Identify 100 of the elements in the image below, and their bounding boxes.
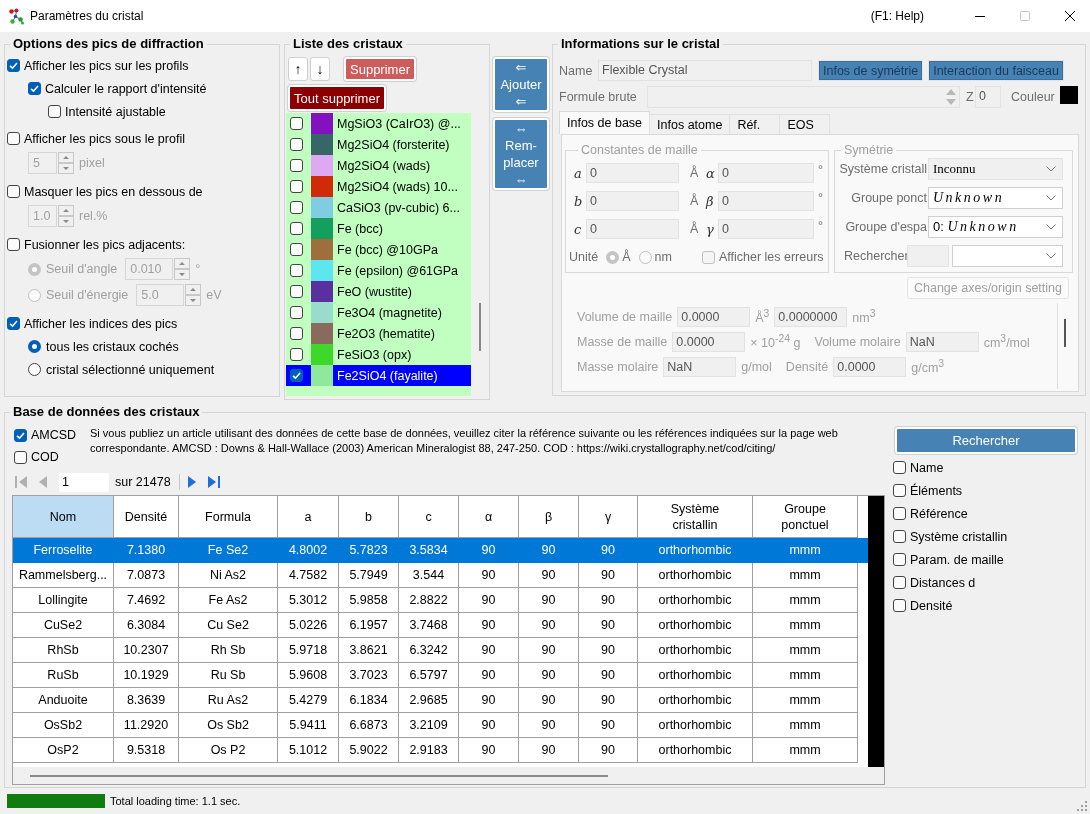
column-header[interactable]: b — [339, 496, 399, 538]
column-header[interactable]: Formula — [179, 496, 278, 538]
checkbox[interactable] — [290, 264, 303, 277]
transfer-button[interactable]: ⇔ Rem- placer ⇔ — [493, 118, 549, 190]
crystal-list-item[interactable]: Fe3O4 (magnetite) — [286, 302, 471, 323]
checkbox-label[interactable]: Afficher les pics sous le profil — [24, 131, 185, 146]
column-header[interactable]: Densité — [114, 496, 179, 538]
transfer-button[interactable]: ⇐ Ajouter ⇐ — [493, 57, 549, 112]
checkbox-label[interactable]: AMCSD — [31, 428, 77, 442]
radio-label[interactable]: tous les cristaux cochés — [46, 339, 179, 354]
checkbox[interactable] — [14, 450, 27, 464]
chevron-down-icon[interactable] — [1046, 195, 1056, 201]
crystal-list-item[interactable]: FeSiO3 (opx) — [286, 344, 471, 365]
column-header[interactable]: Système cristallin — [638, 496, 753, 538]
checkbox[interactable] — [893, 507, 906, 520]
column-header[interactable]: β — [519, 496, 579, 538]
unit-label: ° — [818, 191, 823, 205]
spinner-arrows-icon[interactable] — [185, 284, 202, 306]
checkbox-label[interactable]: Name — [910, 460, 944, 475]
checkbox[interactable] — [290, 306, 303, 319]
checkbox[interactable] — [290, 243, 303, 256]
minimize-icon[interactable] — [975, 15, 985, 17]
checkbox[interactable] — [290, 117, 303, 130]
chevron-down-icon[interactable] — [1046, 224, 1056, 230]
checkbox[interactable] — [893, 484, 906, 497]
crystal-list-item[interactable]: Mg2SiO4 (forsterite) — [286, 134, 471, 155]
crystal-list-item[interactable]: Fe (epsilon) @61GPa — [286, 260, 471, 281]
crystal-list-item[interactable]: Fe (bcc) @10GPa — [286, 239, 471, 260]
crystal-list-item[interactable]: Fe2SiO4 (fayalite) — [286, 365, 471, 386]
crystal-list-item[interactable]: Fe (bcc) — [286, 218, 471, 239]
resize-grip-icon[interactable] — [1077, 801, 1087, 811]
checkbox[interactable] — [7, 317, 20, 330]
checkbox[interactable] — [893, 599, 906, 612]
checkbox[interactable] — [290, 327, 303, 340]
scrollbar-thumb[interactable] — [479, 303, 481, 351]
spinner-arrows-icon[interactable] — [174, 258, 191, 280]
checkbox[interactable] — [290, 201, 303, 214]
next-page-icon[interactable] — [187, 476, 196, 488]
checkbox-label[interactable]: Fusionner les pics adjacents: — [24, 237, 186, 252]
radio-button[interactable] — [28, 363, 41, 376]
move-button[interactable]: ↓ — [310, 57, 330, 81]
column-header[interactable]: c — [399, 496, 459, 538]
checkbox-label[interactable]: Distances d — [910, 575, 976, 590]
checkbox-label[interactable]: Intensité ajustable — [65, 104, 166, 119]
last-page-icon[interactable] — [207, 476, 220, 488]
spinner-arrows-icon[interactable] — [58, 152, 74, 174]
checkbox-label[interactable]: Afficher les pics sur les profils — [24, 58, 189, 73]
checkbox[interactable] — [893, 461, 906, 474]
chevron-down-icon[interactable] — [1046, 166, 1056, 172]
move-button[interactable]: ↑ — [288, 57, 308, 81]
checkbox[interactable] — [14, 428, 27, 442]
checkbox[interactable] — [7, 185, 20, 198]
crystal-list-item[interactable]: Mg2SiO4 (wads) — [286, 155, 471, 176]
checkbox[interactable] — [290, 285, 303, 298]
crystal-list-item[interactable]: CaSiO3 (pv-cubic) 6... — [286, 197, 471, 218]
crystal-list-item[interactable]: Fe2O3 (hematite) — [286, 323, 471, 344]
checkbox[interactable] — [7, 59, 20, 72]
scrollbar-thumb[interactable] — [30, 775, 608, 777]
delete-all-button[interactable]: Tout supprimer — [288, 85, 386, 111]
scrollbar-track[interactable] — [868, 496, 884, 767]
checkbox[interactable] — [893, 576, 906, 589]
checkbox[interactable] — [290, 180, 303, 193]
column-header[interactable]: Nom — [13, 496, 114, 538]
radio-button[interactable] — [28, 340, 41, 353]
table-row[interactable]: Ferroselite 7.1380 Fe Se2 4.8002 5.7823 3.5834 90 90 90 orthorhombic mmm — [13, 538, 868, 563]
column-header[interactable]: Groupe ponctuel — [753, 496, 858, 538]
checkbox-label[interactable]: Densité — [910, 598, 953, 613]
crystal-list-item[interactable]: MgSiO3 (CaIrO3) @... — [286, 113, 471, 134]
crystal-name: FeSiO3 (opx) — [336, 347, 412, 362]
spinner-arrows-icon[interactable] — [58, 205, 74, 227]
checkbox-label[interactable]: Calculer le rapport d'intensité — [45, 81, 207, 96]
checkbox[interactable] — [893, 530, 906, 543]
checkbox[interactable] — [7, 238, 20, 251]
checkbox[interactable] — [290, 348, 303, 361]
search-button[interactable]: Rechercher — [895, 427, 1077, 454]
delete-button[interactable]: Supprimer — [344, 57, 416, 81]
checkbox[interactable] — [893, 553, 906, 566]
checkbox[interactable] — [7, 132, 20, 145]
column-header[interactable]: a — [278, 496, 339, 538]
chevron-down-icon[interactable] — [1046, 253, 1056, 259]
crystal-list-item[interactable]: FeO (wustite) — [286, 281, 471, 302]
checkbox-label[interactable]: Référence — [910, 506, 968, 521]
checkbox[interactable] — [48, 105, 61, 118]
checkbox[interactable] — [28, 82, 41, 95]
checkbox[interactable] — [290, 138, 303, 151]
checkbox[interactable] — [290, 222, 303, 235]
crystal-list-item[interactable]: Mg2SiO4 (wads) 10... — [286, 176, 471, 197]
checkbox[interactable] — [290, 159, 303, 172]
radio-label[interactable]: cristal sélectionné uniquement — [46, 362, 215, 377]
checkbox[interactable] — [290, 369, 303, 382]
page-field[interactable]: 1 — [59, 472, 109, 492]
checkbox-label[interactable]: Masquer les pics en dessous de — [24, 184, 203, 199]
checkbox-label[interactable]: Afficher les indices des pics — [24, 316, 178, 331]
checkbox-label[interactable]: Param. de maille — [910, 552, 1004, 567]
close-icon[interactable] — [1065, 11, 1075, 21]
checkbox-label[interactable]: COD — [31, 450, 59, 464]
checkbox-label[interactable]: Éléments — [910, 483, 963, 498]
column-header[interactable]: α — [459, 496, 519, 538]
checkbox-label[interactable]: Système cristallin — [910, 529, 1008, 544]
column-header[interactable]: γ — [579, 496, 638, 538]
